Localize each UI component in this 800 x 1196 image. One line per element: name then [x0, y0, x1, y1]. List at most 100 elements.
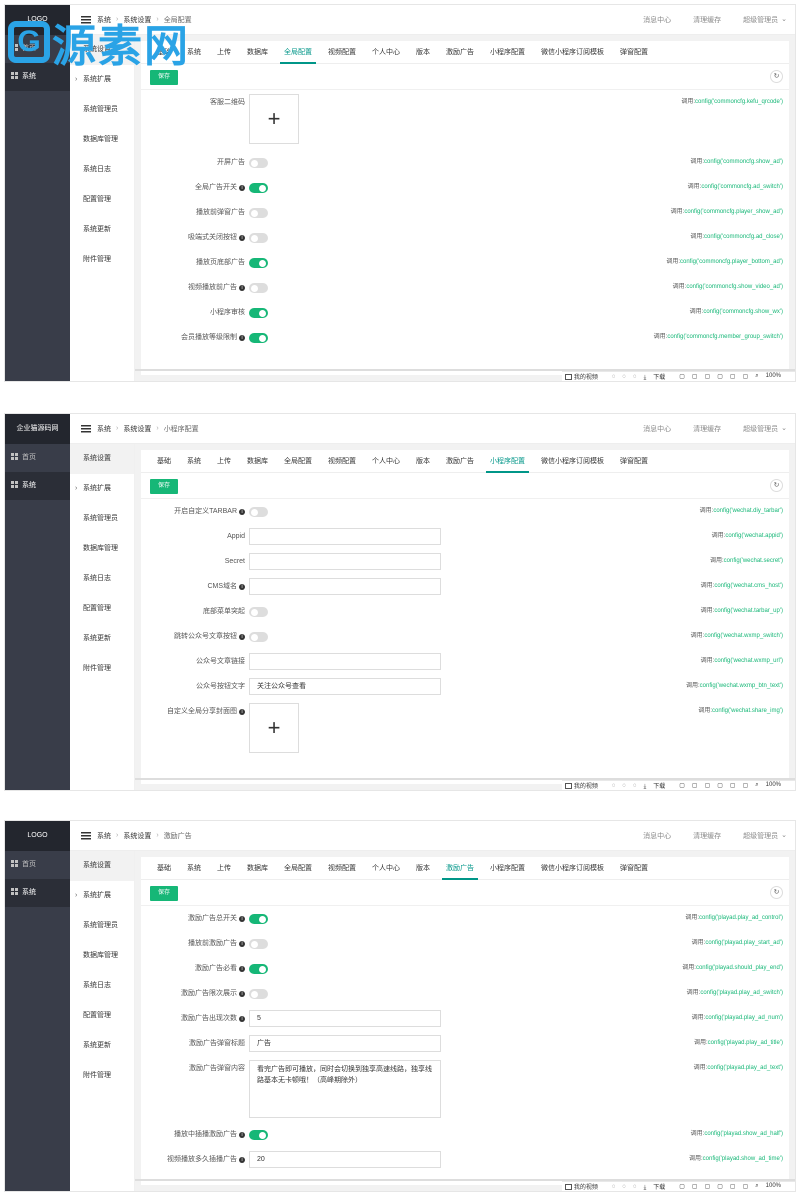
info-icon[interactable]: i [239, 1016, 245, 1022]
text-input[interactable]: 5 [249, 1010, 441, 1027]
tab-item[interactable]: 弹窗配置 [612, 41, 656, 63]
face-icon[interactable]: ◌ [612, 1184, 616, 1190]
image-upload-box[interactable]: + [249, 703, 299, 753]
info-icon[interactable]: i [239, 709, 245, 715]
submenu-item[interactable]: 系统日志 [70, 971, 134, 1001]
submenu-item[interactable]: 配置管理 [70, 185, 134, 215]
image-upload-box[interactable]: + [249, 94, 299, 144]
screenshot-icon[interactable]: ▢ [679, 782, 685, 789]
window-icon[interactable]: ▢ [692, 782, 698, 789]
tab-item[interactable]: 微信小程序订阅模板 [533, 450, 612, 472]
menu-toggle-icon[interactable] [81, 831, 91, 840]
audio-icon[interactable]: ▢ [743, 1183, 749, 1190]
submenu-item[interactable]: 附件管理 [70, 1061, 134, 1091]
clear-cache-link[interactable]: 清理缓存 [693, 424, 721, 434]
zoom-level[interactable]: ⌕ 100% [755, 782, 788, 789]
share-icon[interactable]: ◌ [622, 783, 626, 789]
tab-item[interactable]: 系统 [179, 857, 209, 879]
sidebar-item-home[interactable]: 首页 [5, 851, 70, 879]
tab-item[interactable]: 全局配置 [276, 41, 320, 64]
tab-item[interactable]: 视频配置 [320, 857, 364, 879]
info-icon[interactable]: i [239, 335, 245, 341]
submenu-item[interactable]: 配置管理 [70, 594, 134, 624]
message-center-link[interactable]: 消息中心 [643, 831, 671, 841]
tab-item[interactable]: 弹窗配置 [612, 857, 656, 879]
tab-item[interactable]: 上传 [209, 857, 239, 879]
save-button[interactable]: 保存 [150, 70, 179, 85]
message-center-link[interactable]: 消息中心 [643, 15, 671, 25]
toggle-switch[interactable] [249, 333, 268, 343]
info-icon[interactable]: i [239, 916, 245, 922]
panel-icon[interactable]: ▢ [717, 1183, 723, 1190]
sidebar-item-system[interactable]: 系统 [5, 879, 70, 907]
tab-item[interactable]: 个人中心 [364, 857, 408, 879]
breadcrumb-item[interactable]: 系统 [97, 15, 111, 25]
textarea-input[interactable]: 看完广告即可播放，同时会切换到独享高速线路，独享线路基本无卡顿哦！（高峰期除外） [249, 1060, 441, 1118]
tab-item[interactable]: 数据库 [239, 41, 276, 63]
submenu-item[interactable]: 系统管理员 [70, 504, 134, 534]
toggle-switch[interactable] [249, 158, 268, 168]
toggle-switch[interactable] [249, 964, 268, 974]
submenu-item[interactable]: 系统更新 [70, 215, 134, 245]
sidebar-item-home[interactable]: 首页 [5, 35, 70, 63]
sidebar-item-system[interactable]: 系统 [5, 63, 70, 91]
tab-item[interactable]: 数据库 [239, 857, 276, 879]
thumb-icon[interactable]: ◌ [633, 1184, 637, 1190]
save-button[interactable]: 保存 [150, 886, 179, 901]
my-video-button[interactable]: 我的视频 [564, 372, 605, 381]
tab-item[interactable]: 激励广告 [438, 450, 482, 472]
tab-item[interactable]: 基础 [149, 450, 179, 472]
text-input[interactable] [249, 528, 441, 545]
screenshot-icon[interactable]: ▢ [679, 1183, 685, 1190]
toggle-switch[interactable] [249, 914, 268, 924]
info-icon[interactable]: i [239, 235, 245, 241]
share-icon[interactable]: ◌ [622, 374, 626, 380]
toggle-switch[interactable] [249, 233, 268, 243]
submenu-item[interactable]: 系统日志 [70, 564, 134, 594]
tab-item[interactable]: 全局配置 [276, 450, 320, 472]
info-icon[interactable]: i [239, 285, 245, 291]
tab-item[interactable]: 上传 [209, 450, 239, 472]
refresh-icon[interactable]: ↻ [770, 70, 783, 83]
info-icon[interactable]: i [239, 185, 245, 191]
tab-item[interactable]: 版本 [408, 450, 438, 472]
text-input[interactable]: 20 [249, 1151, 441, 1168]
clip-icon[interactable]: ▢ [730, 373, 736, 380]
tab-item[interactable]: 上传 [209, 41, 239, 63]
tab-item[interactable]: 基础 [149, 41, 179, 63]
message-center-link[interactable]: 消息中心 [643, 424, 671, 434]
tab-item[interactable]: 小程序配置 [482, 857, 533, 879]
submenu-item[interactable]: 系统日志 [70, 155, 134, 185]
my-video-button[interactable]: 我的视频 [564, 1182, 605, 1191]
submenu-item[interactable]: 系统设置 [70, 851, 134, 881]
tab-item[interactable]: 视频配置 [320, 41, 364, 63]
toggle-switch[interactable] [249, 308, 268, 318]
breadcrumb-item[interactable]: 系统设置 [123, 15, 151, 25]
tab-item[interactable]: 个人中心 [364, 41, 408, 63]
info-icon[interactable]: i [239, 991, 245, 997]
tab-item[interactable]: 版本 [408, 857, 438, 879]
info-icon[interactable]: i [239, 634, 245, 640]
face-icon[interactable]: ◌ [612, 374, 616, 380]
copy-icon[interactable]: ▢ [705, 373, 711, 380]
panel-icon[interactable]: ▢ [717, 782, 723, 789]
submenu-item[interactable]: 系统管理员 [70, 95, 134, 125]
submenu-item[interactable]: 数据库管理 [70, 941, 134, 971]
clear-cache-link[interactable]: 清理缓存 [693, 15, 721, 25]
breadcrumb-item[interactable]: 系统 [97, 424, 111, 434]
submenu-item[interactable]: 系统管理员 [70, 911, 134, 941]
copy-icon[interactable]: ▢ [705, 1183, 711, 1190]
submenu-item[interactable]: › 系统扩展 [70, 65, 134, 95]
admin-user-menu[interactable]: 超级管理员 [743, 15, 778, 25]
submenu-item[interactable]: 系统更新 [70, 1031, 134, 1061]
submenu-item[interactable]: › 系统扩展 [70, 881, 134, 911]
breadcrumb-item[interactable]: 系统设置 [123, 831, 151, 841]
admin-user-menu[interactable]: 超级管理员 [743, 831, 778, 841]
tab-item[interactable]: 小程序配置 [482, 41, 533, 63]
submenu-item[interactable]: 附件管理 [70, 245, 134, 275]
tab-item[interactable]: 视频配置 [320, 450, 364, 472]
save-button[interactable]: 保存 [150, 479, 179, 494]
toggle-switch[interactable] [249, 607, 268, 617]
text-input[interactable] [249, 578, 441, 595]
download-button[interactable]: ⤓ 下载 [644, 372, 673, 382]
